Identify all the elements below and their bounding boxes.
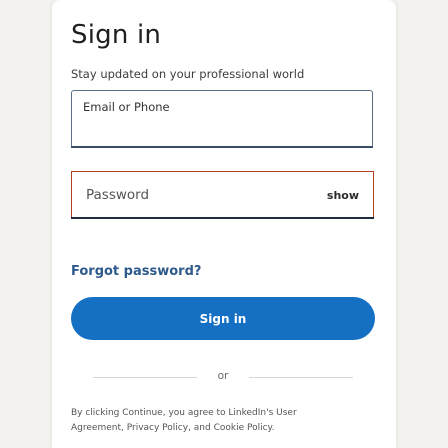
email-field-label: Email or Phone [83, 100, 170, 114]
divider-line-left [93, 377, 197, 378]
cookie-policy-link[interactable]: Cookie Policy [214, 423, 272, 433]
sign-in-button[interactable]: Sign in [71, 297, 375, 340]
user-agreement-link[interactable]: Agreement [71, 423, 121, 433]
terms-text: By clicking Continue, you agree to Linke… [71, 406, 321, 436]
or-label: or [217, 370, 229, 382]
password-field-underline [71, 217, 374, 219]
email-field-underline [71, 146, 373, 148]
email-field[interactable]: Email or Phone [71, 90, 373, 148]
password-field-label: Password [86, 187, 150, 203]
terms-sep-2: , and [188, 423, 214, 433]
page-subtitle: Stay updated on your professional world [71, 67, 305, 81]
show-password-button[interactable]: show [327, 189, 359, 202]
terms-prefix: By clicking Continue, you agree to Linke… [71, 408, 297, 418]
privacy-policy-link[interactable]: Privacy Policy [127, 423, 188, 433]
or-divider: or [93, 370, 353, 384]
forgot-password-link[interactable]: Forgot password? [71, 264, 201, 279]
terms-suffix: . [271, 423, 275, 433]
page-title: Sign in [71, 20, 162, 50]
password-field[interactable]: Password show [71, 171, 374, 219]
divider-line-right [249, 377, 353, 378]
